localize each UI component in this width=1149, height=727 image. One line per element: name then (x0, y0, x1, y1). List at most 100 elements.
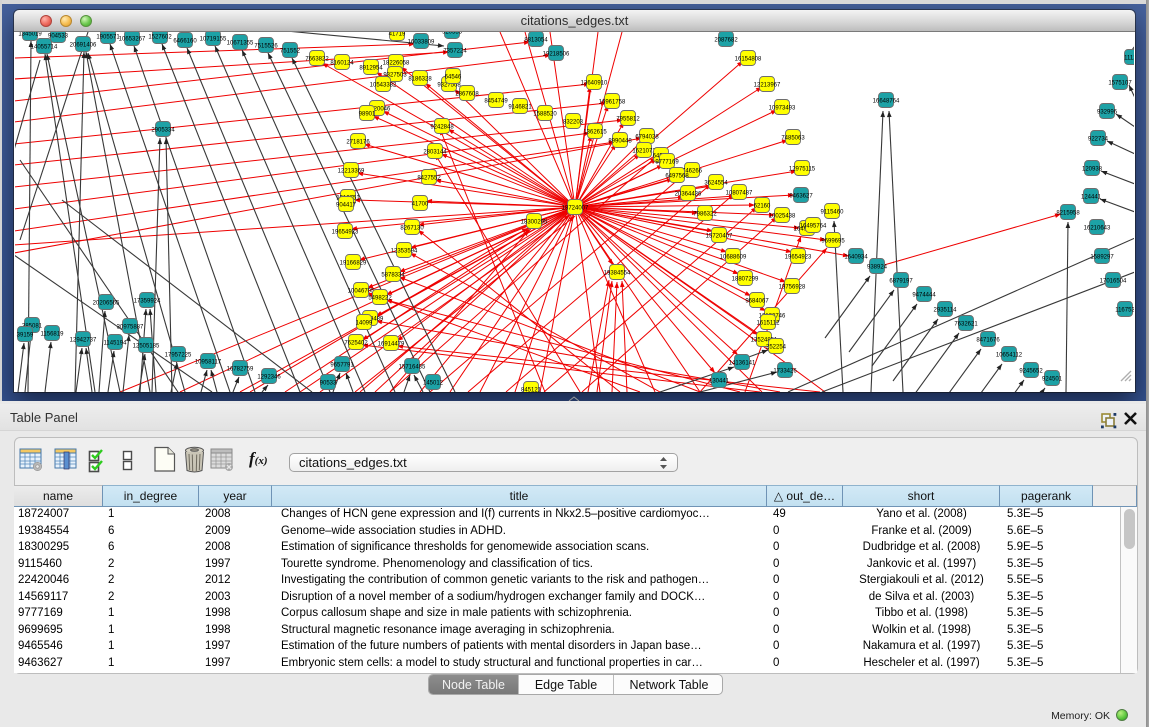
svg-text:8186328: 8186328 (408, 76, 432, 82)
svg-text:10025438: 10025438 (769, 213, 796, 219)
svg-text:9463627: 9463627 (789, 193, 813, 199)
svg-text:41719: 41719 (389, 32, 406, 37)
svg-text:7663822: 7663822 (305, 56, 329, 62)
svg-text:6466160: 6466160 (173, 38, 197, 44)
svg-text:18807299: 18807299 (732, 276, 759, 282)
svg-text:10973493: 10973493 (769, 105, 796, 111)
svg-text:751552: 751552 (280, 48, 301, 54)
svg-text:5498222: 5498222 (368, 295, 392, 301)
svg-text:10807487: 10807487 (726, 190, 753, 196)
svg-text:9115460: 9115460 (821, 209, 845, 215)
svg-text:1527602: 1527602 (148, 34, 172, 40)
svg-text:922734: 922734 (1088, 136, 1109, 142)
svg-text:16782759: 16782759 (227, 366, 254, 372)
svg-text:7955812: 7955812 (616, 116, 640, 122)
svg-text:19654923: 19654923 (785, 254, 812, 260)
svg-text:7625402: 7625402 (344, 340, 368, 346)
svg-text:130441: 130441 (709, 378, 730, 384)
svg-text:9245652: 9245652 (1019, 368, 1043, 374)
svg-text:11123: 11123 (1124, 55, 1134, 61)
svg-text:16210643: 16210643 (1084, 225, 1111, 231)
svg-text:1362615: 1362615 (583, 129, 607, 135)
svg-text:12975115: 12975115 (789, 166, 816, 172)
svg-text:16648764: 16648764 (873, 98, 900, 104)
svg-text:14099: 14099 (356, 320, 373, 326)
svg-text:10958117: 10958117 (195, 359, 222, 365)
svg-text:924501: 924501 (1042, 376, 1063, 382)
svg-text:9657791: 9657791 (330, 362, 354, 368)
svg-text:9777169: 9777169 (655, 159, 679, 165)
svg-text:10653267: 10653267 (119, 36, 146, 42)
svg-text:8427552: 8427552 (417, 175, 441, 181)
svg-text:3624554: 3624554 (704, 180, 728, 186)
svg-text:832203: 832203 (563, 119, 584, 125)
svg-text:10046705: 10046705 (348, 288, 375, 294)
svg-text:10719155: 10719155 (200, 36, 227, 42)
svg-text:1156819: 1156819 (41, 331, 65, 337)
svg-text:14055714: 14055714 (31, 44, 58, 50)
svg-text:7632621: 7632621 (954, 321, 978, 327)
svg-text:7515526: 7515526 (254, 43, 278, 49)
svg-text:12505185: 12505185 (133, 343, 160, 349)
svg-text:1615112: 1615112 (757, 320, 781, 326)
svg-text:8267130: 8267130 (400, 225, 424, 231)
svg-text:10671355: 10671355 (227, 40, 254, 46)
svg-text:1640934: 1640934 (844, 254, 868, 260)
svg-text:30975887: 30975887 (117, 324, 144, 330)
svg-text:20364436: 20364436 (675, 191, 702, 197)
svg-text:1292346: 1292346 (257, 374, 281, 380)
svg-text:938924: 938924 (867, 264, 888, 270)
svg-text:12213369: 12213369 (338, 168, 365, 174)
svg-text:2905334: 2905334 (151, 127, 175, 133)
svg-text:18226058: 18226058 (383, 60, 410, 66)
svg-text:9684067: 9684067 (745, 298, 769, 304)
svg-text:62160: 62160 (754, 203, 771, 209)
svg-text:6879197: 6879197 (889, 278, 913, 284)
svg-text:932996: 932996 (1097, 109, 1118, 115)
svg-text:8471676: 8471676 (976, 337, 1000, 343)
svg-text:8160124: 8160124 (330, 60, 354, 66)
svg-text:116753: 116753 (1115, 307, 1134, 313)
svg-text:7986322: 7986322 (693, 211, 717, 217)
svg-text:16033809: 16033809 (408, 39, 435, 45)
svg-text:904533: 904533 (48, 33, 69, 39)
svg-text:7485063: 7485063 (781, 135, 805, 141)
svg-text:920533: 920533 (442, 32, 463, 35)
svg-text:252254: 252254 (766, 344, 787, 350)
svg-text:145012: 145012 (423, 380, 444, 386)
svg-text:12213967: 12213967 (754, 82, 781, 88)
svg-text:41700: 41700 (412, 201, 429, 207)
svg-text:16914479: 16914479 (378, 341, 405, 347)
svg-text:9146821: 9146821 (508, 104, 532, 110)
svg-text:16154808: 16154808 (735, 56, 762, 62)
svg-text:17957225: 17957225 (165, 352, 192, 358)
svg-text:12353594: 12353594 (391, 248, 418, 254)
svg-text:2803144: 2803144 (423, 149, 447, 155)
svg-text:1588520: 1588520 (533, 111, 557, 117)
svg-text:124441: 124441 (1081, 194, 1102, 200)
svg-text:1575107: 1575107 (1108, 80, 1132, 86)
svg-text:39159: 39159 (17, 332, 34, 338)
svg-text:10543382: 10543382 (370, 82, 397, 88)
svg-text:1905571: 1905571 (96, 34, 120, 40)
svg-text:19218506: 19218506 (543, 51, 570, 57)
svg-text:17359924: 17359924 (134, 298, 161, 304)
svg-text:17016504: 17016504 (1100, 278, 1127, 284)
svg-text:1345019: 1345019 (18, 32, 42, 37)
svg-text:10688609: 10688609 (720, 254, 747, 260)
svg-text:18300295: 18300295 (521, 219, 548, 225)
svg-text:19756928: 19756928 (779, 284, 806, 290)
svg-text:904417: 904417 (336, 202, 357, 208)
svg-text:15716485: 15716485 (399, 364, 426, 370)
svg-text:1733426: 1733426 (773, 368, 797, 374)
svg-text:14136141: 14136141 (729, 360, 756, 366)
svg-text:9699695: 9699695 (821, 238, 845, 244)
svg-text:8990448: 8990448 (608, 138, 632, 144)
svg-text:8813054: 8813054 (524, 37, 548, 43)
svg-text:8912954: 8912954 (359, 65, 383, 71)
svg-text:19166829: 19166829 (340, 260, 367, 266)
svg-text:8454749: 8454749 (484, 98, 508, 104)
svg-text:19654923: 19654923 (332, 229, 359, 235)
svg-text:10654112: 10654112 (996, 352, 1023, 358)
svg-text:845121: 845121 (521, 387, 542, 392)
